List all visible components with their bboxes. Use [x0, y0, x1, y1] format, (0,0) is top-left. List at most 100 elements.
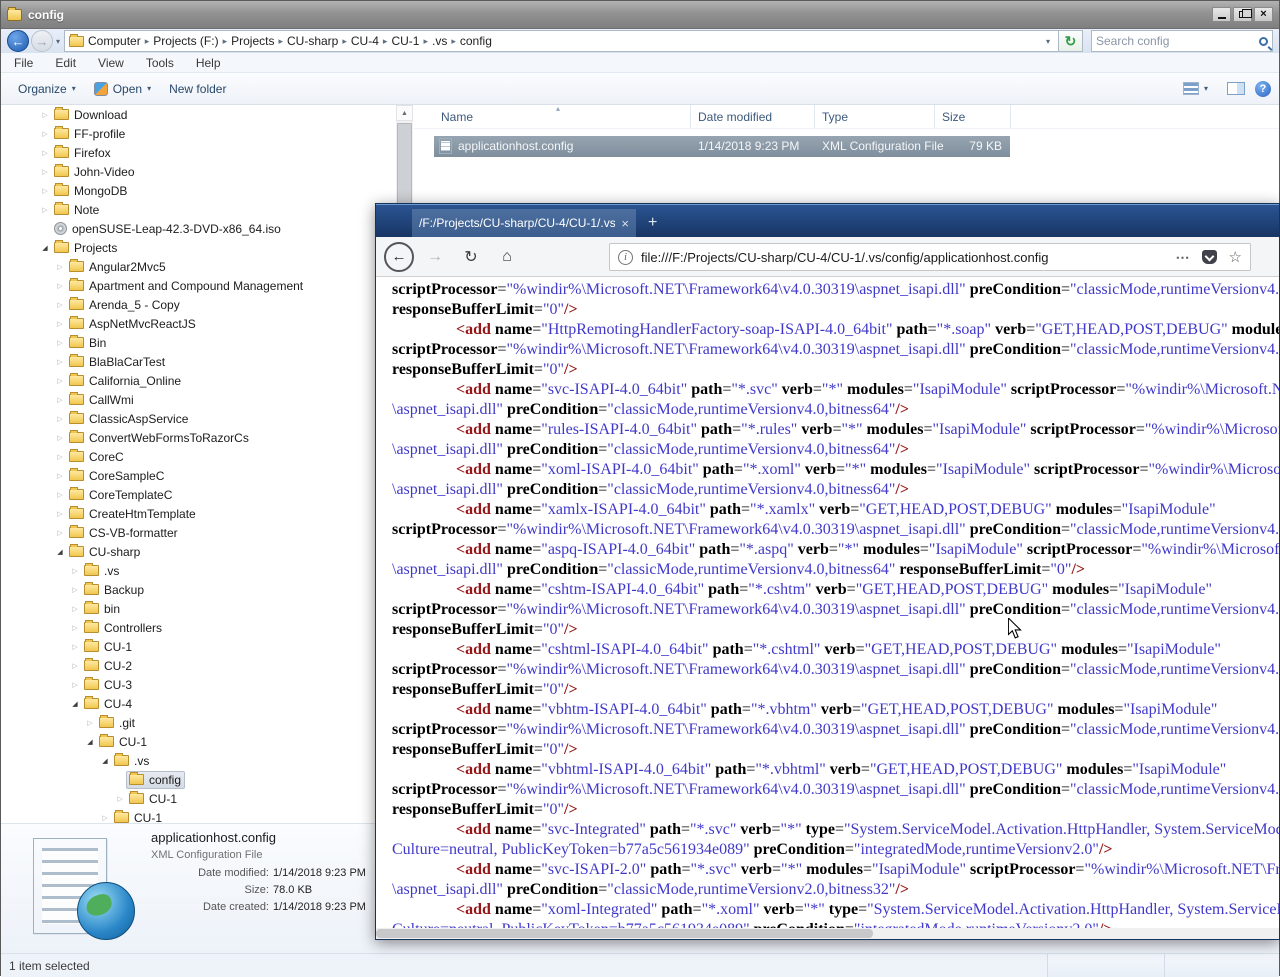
breadcrumb-dropdown-icon[interactable]: ▾ [1042, 37, 1054, 46]
expand-arrow-icon[interactable]: ▷ [54, 377, 66, 385]
expand-arrow-icon[interactable]: ▷ [84, 719, 96, 727]
breadcrumb-segment[interactable]: Computer [84, 34, 145, 48]
tree-item-coretemplatec[interactable]: ▷CoreTemplateC [1, 485, 396, 504]
breadcrumb-segment[interactable]: config [456, 34, 496, 48]
expand-arrow-icon[interactable]: ▷ [54, 453, 66, 461]
expand-arrow-icon[interactable]: ▷ [54, 301, 66, 309]
tree-item-blablacartest[interactable]: ▷BlaBlaCarTest [1, 352, 396, 371]
refresh-button[interactable]: ↻ [1059, 30, 1083, 52]
expand-arrow-icon[interactable]: ◢ [84, 738, 96, 746]
expand-arrow-icon[interactable]: ▷ [54, 320, 66, 328]
column-header-date-modified[interactable]: Date modified [691, 105, 815, 128]
restore-button[interactable] [1233, 7, 1252, 22]
tree-item-projects[interactable]: ◢Projects [1, 238, 396, 257]
expand-arrow-icon[interactable]: ▷ [54, 472, 66, 480]
search-input[interactable] [1096, 34, 1259, 48]
url-bar[interactable]: i file:///F:/Projects/CU-sharp/CU-4/CU-1… [609, 243, 1251, 271]
tree-item-apartment-and-compound-management[interactable]: ▷Apartment and Compound Management [1, 276, 396, 295]
bookmark-star-icon[interactable]: ☆ [1229, 248, 1242, 266]
menu-file[interactable]: File [3, 56, 44, 70]
column-header-type[interactable]: Type [815, 105, 935, 128]
expand-arrow-icon[interactable]: ▷ [69, 662, 81, 670]
tree-item-cu-2[interactable]: ▷CU-2 [1, 656, 396, 675]
expand-arrow-icon[interactable]: ▷ [39, 206, 51, 214]
menu-help[interactable]: Help [185, 56, 232, 70]
page-actions-icon[interactable]: ⋯ [1176, 249, 1190, 266]
tree-item-aspnetmvcreactjs[interactable]: ▷AspNetMvcReactJS [1, 314, 396, 333]
expand-arrow-icon[interactable]: ▷ [54, 491, 66, 499]
menu-edit[interactable]: Edit [44, 56, 87, 70]
expand-arrow-icon[interactable]: ▷ [69, 624, 81, 632]
tree-item-corec[interactable]: ▷CoreC [1, 447, 396, 466]
expand-arrow-icon[interactable]: ▷ [39, 187, 51, 195]
breadcrumb-segment[interactable]: Projects (F:) [149, 34, 222, 48]
preview-pane-button[interactable] [1227, 82, 1245, 95]
pocket-icon[interactable] [1202, 250, 1217, 264]
browser-forward-button[interactable]: → [422, 248, 448, 266]
file-row[interactable]: applicationhost.config 1/14/2018 9:23 PM… [434, 136, 1010, 157]
horizontal-scrollbar[interactable] [376, 928, 1279, 939]
expand-arrow-icon[interactable]: ▷ [54, 339, 66, 347]
open-button[interactable]: Open ▾ [85, 78, 160, 100]
expand-arrow-icon[interactable]: ▷ [54, 415, 66, 423]
tree-item-cu-1[interactable]: ▷CU-1 [1, 789, 396, 808]
expand-arrow-icon[interactable]: ▷ [54, 434, 66, 442]
expand-arrow-icon[interactable]: ▷ [54, 396, 66, 404]
explorer-titlebar[interactable]: config × [1, 1, 1279, 29]
tree-item-cu-1[interactable]: ◢CU-1 [1, 732, 396, 751]
back-button[interactable]: ← [7, 30, 29, 52]
expand-arrow-icon[interactable]: ▷ [39, 168, 51, 176]
tree-item-john-video[interactable]: ▷John-Video [1, 162, 396, 181]
expand-arrow-icon[interactable]: ◢ [99, 757, 111, 765]
tree-item-convertwebformstorazorcs[interactable]: ▷ConvertWebFormsToRazorCs [1, 428, 396, 447]
tree-item-firefox[interactable]: ▷Firefox [1, 143, 396, 162]
expand-arrow-icon[interactable]: ▷ [54, 282, 66, 290]
expand-arrow-icon[interactable]: ▷ [69, 605, 81, 613]
column-header-size[interactable]: Size [935, 105, 1011, 128]
home-button[interactable]: ⌂ [494, 248, 520, 266]
tab-close-icon[interactable]: × [621, 216, 629, 231]
tree-item-backup[interactable]: ▷Backup [1, 580, 396, 599]
expand-arrow-icon[interactable]: ▷ [69, 586, 81, 594]
expand-arrow-icon[interactable]: ◢ [54, 548, 66, 556]
help-button[interactable]: ? [1255, 81, 1271, 97]
history-dropdown-icon[interactable]: ▾ [56, 37, 60, 46]
expand-arrow-icon[interactable]: ▷ [39, 149, 51, 157]
expand-arrow-icon[interactable]: ▷ [54, 510, 66, 518]
expand-arrow-icon[interactable]: ▷ [39, 111, 51, 119]
tree-item-ff-profile[interactable]: ▷FF-profile [1, 124, 396, 143]
tree-item-angular2mvc5[interactable]: ▷Angular2Mvc5 [1, 257, 396, 276]
tree-item--vs[interactable]: ▷.vs [1, 561, 396, 580]
organize-button[interactable]: Organize ▾ [9, 78, 85, 100]
tree-item-callwmi[interactable]: ▷CallWmi [1, 390, 396, 409]
tree-item-cu-1[interactable]: ▷CU-1 [1, 808, 396, 823]
expand-arrow-icon[interactable]: ▷ [99, 814, 111, 822]
search-icon[interactable] [1259, 37, 1268, 46]
page-info-icon[interactable]: i [618, 250, 633, 265]
menu-tools[interactable]: Tools [135, 56, 185, 70]
tree-item-cu-3[interactable]: ▷CU-3 [1, 675, 396, 694]
expand-arrow-icon[interactable]: ▷ [54, 529, 66, 537]
tree-item-cs-vb-formatter[interactable]: ▷CS-VB-formatter [1, 523, 396, 542]
tree-item-opensuse-leap-42-3-dvd-x86-64-iso[interactable]: openSUSE-Leap-42.3-DVD-x86_64.iso [1, 219, 396, 238]
tree-item--vs[interactable]: ◢.vs [1, 751, 396, 770]
tree-item-createhtmtemplate[interactable]: ▷CreateHtmTemplate [1, 504, 396, 523]
expand-arrow-icon[interactable]: ▷ [69, 681, 81, 689]
tree-item-coresamplec[interactable]: ▷CoreSampleC [1, 466, 396, 485]
tree-item-arenda-5-copy[interactable]: ▷Arenda_5 - Copy [1, 295, 396, 314]
expand-arrow-icon[interactable]: ▷ [114, 795, 126, 803]
tree-item-config[interactable]: config [1, 770, 396, 789]
breadcrumb-segment[interactable]: Projects [227, 34, 278, 48]
expand-arrow-icon[interactable]: ▷ [69, 643, 81, 651]
tree-item-note[interactable]: ▷Note [1, 200, 396, 219]
scroll-up-icon[interactable]: ▲ [396, 105, 413, 121]
tree-item-classicaspservice[interactable]: ▷ClassicAspService [1, 409, 396, 428]
tree-item-cu-sharp[interactable]: ◢CU-sharp [1, 542, 396, 561]
reload-button[interactable]: ↻ [458, 247, 484, 267]
expand-arrow-icon[interactable]: ▷ [39, 130, 51, 138]
new-tab-button[interactable]: + [636, 209, 669, 237]
tree-item-bin[interactable]: ▷bin [1, 599, 396, 618]
tree-item-mongodb[interactable]: ▷MongoDB [1, 181, 396, 200]
tree-item-controllers[interactable]: ▷Controllers [1, 618, 396, 637]
tree-item-cu-1[interactable]: ▷CU-1 [1, 637, 396, 656]
